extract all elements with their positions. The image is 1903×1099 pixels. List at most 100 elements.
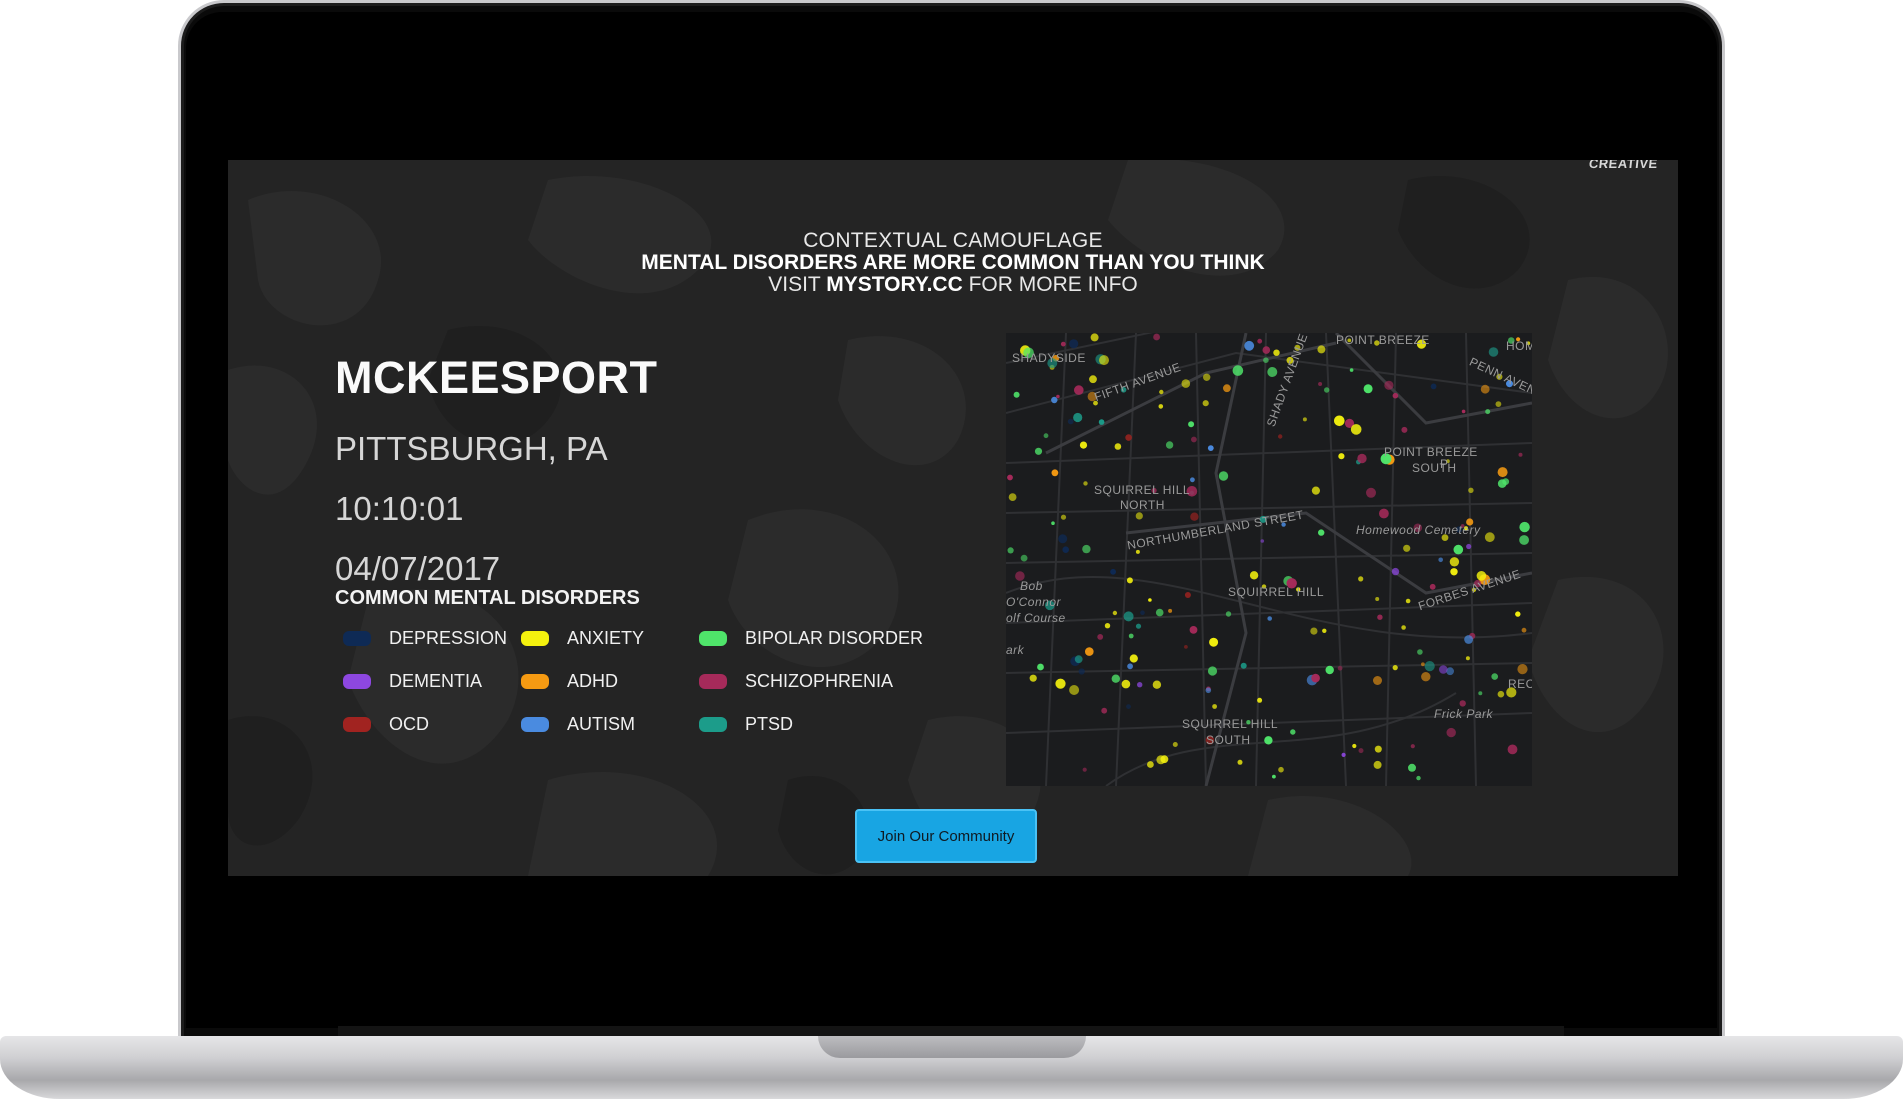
map-dot — [1478, 691, 1483, 696]
map-label: REC — [1508, 677, 1532, 691]
map-dot — [1278, 434, 1283, 439]
map-dot — [1350, 424, 1362, 435]
map-dot — [1497, 467, 1508, 478]
map-dot — [1111, 674, 1120, 683]
map-dot — [1158, 404, 1164, 409]
map-dot — [1074, 655, 1083, 664]
map-label: Frick Park — [1434, 707, 1493, 721]
laptop-notch — [818, 1036, 1086, 1058]
map-dot — [1083, 481, 1088, 486]
map-label: SOUTH — [1412, 461, 1457, 475]
map-dot — [1060, 341, 1066, 347]
map-dot — [1073, 412, 1083, 423]
legend-label: OCD — [389, 713, 429, 734]
map-dot — [1341, 752, 1346, 757]
map-dot — [1290, 729, 1296, 735]
map-dot — [1260, 539, 1265, 543]
map-label: olf Course — [1006, 611, 1066, 625]
map-dot — [1020, 554, 1028, 562]
map-dot — [1205, 687, 1212, 694]
map-dot — [1184, 645, 1188, 649]
map-dot — [1311, 673, 1320, 683]
map-dot — [1405, 598, 1411, 604]
map-dot — [1518, 452, 1523, 457]
map-dot — [1507, 744, 1518, 755]
map-dot — [1110, 568, 1116, 575]
legend-label: ANXIETY — [567, 627, 645, 648]
location-info: MCKEESPORT PITTSBURGH, PA 10:10:01 04/07… — [335, 352, 658, 588]
map-dot — [1172, 742, 1178, 747]
map-dot — [1240, 662, 1247, 669]
headline-title: CONTEXTUAL CAMOUFLAGE — [803, 229, 1103, 252]
map-dot — [1126, 577, 1133, 584]
map-dot — [1257, 697, 1263, 703]
legend-swatch — [343, 673, 371, 689]
headline-visit: VISIT MYSTORY.CC FOR MORE INFO — [228, 274, 1678, 296]
map-label: SQUIRREL HILL — [1094, 483, 1191, 497]
visit-suffix: FOR MORE INFO — [968, 273, 1138, 296]
map-dot — [1421, 662, 1425, 667]
map-dot — [1148, 598, 1152, 602]
map-dot — [1097, 634, 1104, 640]
map-dot — [1037, 663, 1044, 671]
map-dot — [1438, 557, 1443, 563]
map-dot — [1055, 678, 1066, 689]
map-dot — [1366, 487, 1376, 498]
map-dot — [1078, 668, 1085, 675]
map-dot — [1521, 627, 1527, 633]
legend-swatch — [521, 716, 549, 732]
map-label: O'Connor — [1006, 595, 1061, 609]
map-dot — [1191, 436, 1197, 443]
map-dot — [1401, 426, 1408, 433]
map-label: SQUIRREL HILL — [1228, 585, 1325, 599]
map-dot — [1322, 628, 1327, 633]
map-dot — [1262, 346, 1271, 354]
map-dot — [1188, 421, 1195, 428]
map-dot — [1069, 685, 1080, 695]
map-dot — [1392, 665, 1398, 671]
map-label: SOUTH — [1206, 733, 1251, 747]
map-dot — [1218, 471, 1229, 481]
map-dot — [1491, 673, 1498, 680]
map-dot — [1519, 535, 1529, 545]
map-dot — [1358, 748, 1364, 754]
current-date: 04/07/2017 — [335, 550, 501, 587]
headline-subtitle: MENTAL DISORDERS ARE MORE COMMON THAN YO… — [641, 251, 1265, 274]
map-dot — [1225, 611, 1232, 617]
legend-swatch — [343, 630, 371, 646]
map-dot — [1203, 373, 1211, 381]
map-dot — [1207, 666, 1218, 676]
map-dot — [1153, 333, 1160, 341]
map-dot — [1318, 529, 1325, 536]
map-dot — [1373, 676, 1382, 685]
map-dot — [1184, 592, 1191, 598]
join-community-button[interactable]: Join Our Community — [855, 809, 1037, 863]
map-dot — [1379, 508, 1389, 519]
map-dot — [1140, 610, 1145, 615]
map-dot — [1104, 623, 1111, 629]
map-label: SQUIRREL HILL — [1182, 717, 1279, 731]
map-dot — [1137, 682, 1143, 688]
map-dot — [1264, 736, 1273, 745]
mystory-link[interactable]: MYSTORY.CC — [826, 273, 963, 296]
map-dot — [1488, 347, 1499, 357]
map-dot — [1338, 453, 1345, 460]
map-dot — [1114, 443, 1122, 450]
disorder-map[interactable]: SHADYSIDE POINT BREEZE HOM FIFTH AVENUE … — [1006, 333, 1532, 786]
map-dot — [1051, 469, 1059, 477]
map-dot — [1209, 637, 1219, 647]
map-dot — [1375, 597, 1380, 601]
map-dot — [1074, 385, 1084, 395]
legend-swatch — [343, 716, 371, 732]
map-dot — [1249, 571, 1259, 580]
map-dot — [1484, 532, 1495, 543]
map-dot — [1302, 417, 1307, 422]
headline: CONTEXTUAL CAMOUFLAGE MENTAL DISORDERS A… — [228, 230, 1678, 296]
map-dot — [1357, 453, 1367, 464]
map-dot — [1515, 611, 1521, 617]
legend-swatch — [521, 673, 549, 689]
map-dot — [1465, 656, 1470, 661]
map-dot — [1123, 611, 1134, 622]
map-dot — [1466, 543, 1472, 550]
legend-label: DEMENTIA — [389, 670, 483, 691]
